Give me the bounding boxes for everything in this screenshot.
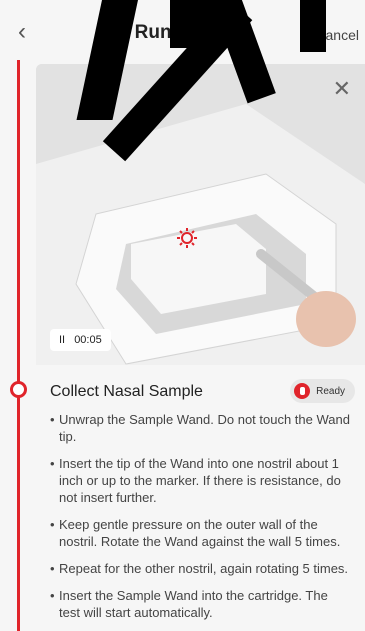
instruction-list: Unwrap the Sample Wand. Do not touch the… xyxy=(50,411,350,631)
list-item: Keep gentle pressure on the outer wall o… xyxy=(50,516,350,550)
pause-icon[interactable]: II xyxy=(59,334,65,346)
overlay-stroke xyxy=(300,0,326,52)
collect-section: Collect Nasal Sample Ready Unwrap the Sa… xyxy=(36,365,365,631)
status-badge: Ready xyxy=(290,379,355,403)
list-item: Insert the tip of the Wand into one nost… xyxy=(50,455,350,506)
status-label: Ready xyxy=(316,385,345,397)
progress-timeline xyxy=(17,60,20,631)
list-item: Repeat for the other nostril, again rota… xyxy=(50,560,350,577)
close-icon[interactable]: ✕ xyxy=(333,76,351,102)
section-title: Collect Nasal Sample xyxy=(50,383,203,400)
status-icon xyxy=(294,383,311,399)
timeline-step-marker xyxy=(10,381,27,398)
list-item: Unwrap the Sample Wand. Do not touch the… xyxy=(50,411,350,445)
list-item: Insert the Sample Wand into the cartridg… xyxy=(50,587,350,621)
video-timer[interactable]: II 00:05 xyxy=(50,329,111,351)
video-time: 00:05 xyxy=(74,334,102,346)
